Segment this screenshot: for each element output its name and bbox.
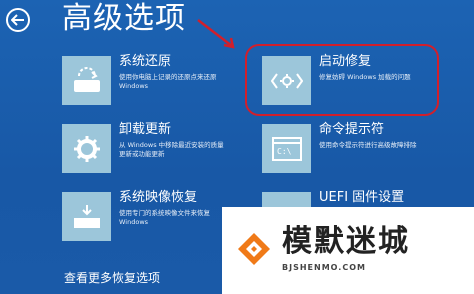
option-desc: 使用专门的系统映像文件来恢复 Windows [119,209,210,226]
option-title: 系统映像恢复 [119,190,198,205]
back-button[interactable] [6,8,30,32]
watermark-title: 模默迷城 [282,224,410,259]
option-desc: 使用命令提示符进行高级故障排除 [319,141,417,149]
option-title: 卸载更新 [119,122,172,137]
system-image-icon [62,192,111,241]
page-title: 高级选项 [62,1,186,36]
svg-text:C:\: C:\ [277,147,292,156]
back-arrow-icon [11,14,24,26]
watermark-url: BJSHENMO.COM [282,263,366,272]
more-recovery-options-link[interactable]: 查看更多恢复选项 [64,270,160,286]
command-prompt-icon: C:\ [262,124,311,173]
highlight-box [245,44,439,116]
option-title: UEFI 固件设置 [319,190,405,205]
option-system-restore[interactable]: 系统还原 使用你电脑上记录的还原点来还原 Windows [62,54,232,108]
pointer-arrow-icon [197,19,235,49]
option-title: 系统还原 [119,54,172,69]
option-desc: 使用你电脑上记录的还原点来还原 Windows [119,73,217,90]
option-desc: 从 Windows 中移除最近安装的质量更新或功能更新 [119,141,224,158]
option-command-prompt[interactable]: C:\ 命令提示符 使用命令提示符进行高级故障排除 [262,122,432,176]
watermark-logo-icon [238,233,270,265]
option-title: 命令提示符 [319,122,385,137]
system-restore-icon [62,56,111,105]
advanced-options-screen: 高级选项 系统还原 使用你电脑上记录的还原点来还原 Windows 启动修复 修… [0,0,474,294]
gear-icon [62,124,111,173]
option-system-image-recovery[interactable]: 系统映像恢复 使用专门的系统映像文件来恢复 Windows [62,190,232,244]
option-uninstall-updates[interactable]: 卸载更新 从 Windows 中移除最近安装的质量更新或功能更新 [62,122,232,176]
watermark: 模默迷城 BJSHENMO.COM [222,207,474,294]
